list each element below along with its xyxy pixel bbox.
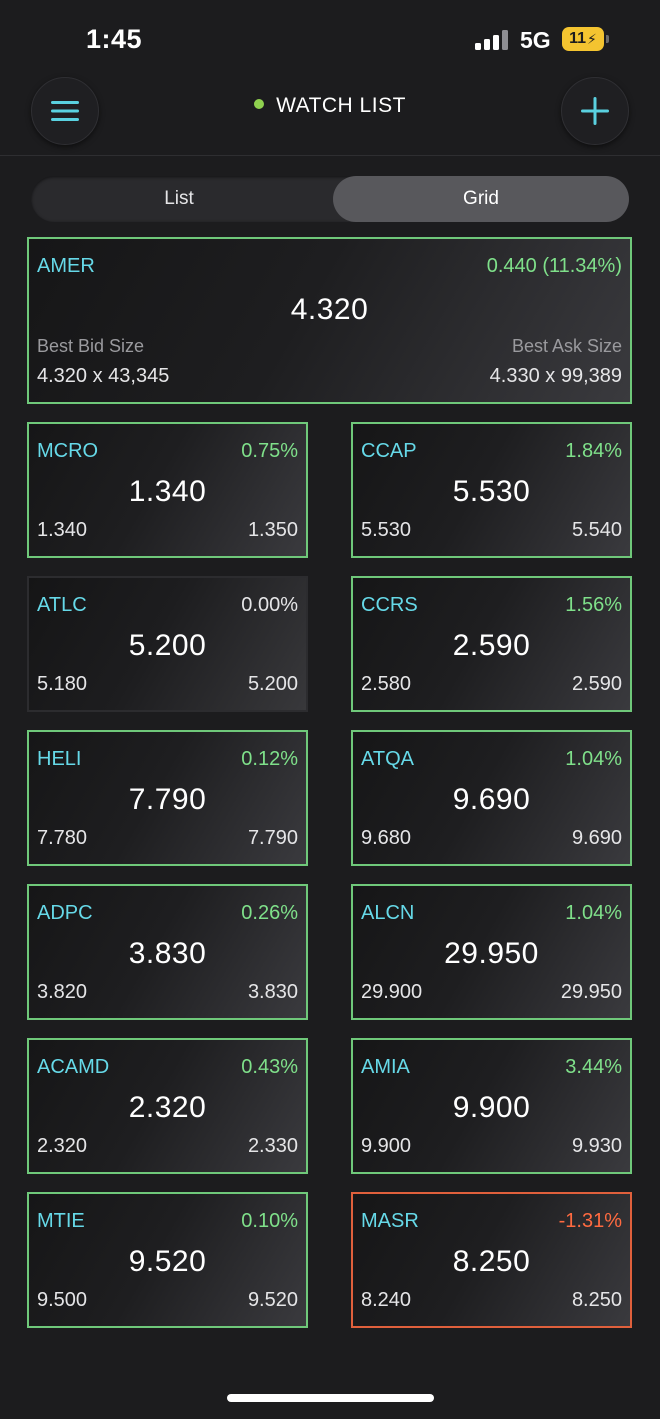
featured-symbol: AMER xyxy=(37,255,95,277)
tile-bid: 9.900 xyxy=(361,1135,412,1157)
tile-bid: 5.180 xyxy=(37,673,88,695)
tile-symbol: CCAP xyxy=(361,440,417,462)
tile-price: 9.520 xyxy=(128,1245,207,1278)
featured-price: 4.320 xyxy=(290,293,369,326)
tile-symbol: ALCN xyxy=(361,902,415,924)
tile-ask: 9.690 xyxy=(571,827,622,849)
quote-tile[interactable]: MCRO 0.75% 1.340 1.340 1.350 xyxy=(27,422,308,558)
quote-tile[interactable]: MTIE 0.10% 9.520 9.500 9.520 xyxy=(27,1192,308,1328)
tile-symbol: MASR xyxy=(361,1210,419,1232)
tile-ask: 5.200 xyxy=(247,673,298,695)
tile-symbol: MCRO xyxy=(37,440,99,462)
page-title: WATCH LIST xyxy=(276,94,406,117)
tile-bid: 2.320 xyxy=(37,1135,88,1157)
tile-price: 8.250 xyxy=(452,1245,531,1278)
view-toggle: List Grid xyxy=(31,176,629,222)
quote-tile[interactable]: CCAP 1.84% 5.530 5.530 5.540 xyxy=(351,422,632,558)
status-bar: 1:45 5G 11 ⚡ xyxy=(0,0,660,80)
tile-bid: 29.900 xyxy=(361,981,423,1003)
tile-price: 9.690 xyxy=(452,783,531,816)
tile-ask: 9.930 xyxy=(571,1135,622,1157)
tile-change: 0.75% xyxy=(241,440,298,462)
tile-ask: 3.830 xyxy=(247,981,298,1003)
header: WATCH LIST xyxy=(0,72,660,156)
tile-price: 2.590 xyxy=(452,629,531,662)
tile-price: 9.900 xyxy=(452,1091,531,1124)
list-view-tab[interactable]: List xyxy=(31,176,327,222)
tile-symbol: HELI xyxy=(37,748,82,770)
tile-bid: 5.530 xyxy=(361,519,412,541)
quote-tile[interactable]: MASR -1.31% 8.250 8.240 8.250 xyxy=(351,1192,632,1328)
tile-price: 2.320 xyxy=(128,1091,207,1124)
tile-ask: 1.350 xyxy=(247,519,298,541)
tile-symbol: ACAMD xyxy=(37,1056,110,1078)
battery-tip xyxy=(606,35,609,43)
tile-change: 1.56% xyxy=(565,594,622,616)
featured-change: 0.440 (11.34%) xyxy=(486,255,622,277)
tile-bid: 9.680 xyxy=(361,827,412,849)
tile-ask: 2.330 xyxy=(247,1135,298,1157)
quote-tile[interactable]: CCRS 1.56% 2.590 2.580 2.590 xyxy=(351,576,632,712)
tile-symbol: CCRS xyxy=(361,594,418,616)
best-ask-size: 4.330 x 99,389 xyxy=(489,365,622,387)
tile-bid: 2.580 xyxy=(361,673,412,695)
tile-price: 3.830 xyxy=(128,937,207,970)
best-bid-size: 4.320 x 43,345 xyxy=(37,365,170,387)
best-bid-size-label: Best Bid Size xyxy=(37,336,145,356)
tile-price: 29.950 xyxy=(444,937,539,970)
tile-bid: 3.820 xyxy=(37,981,88,1003)
tile-change: 1.84% xyxy=(565,440,622,462)
battery-level: 11 xyxy=(569,30,587,47)
tile-price: 7.790 xyxy=(128,783,207,816)
tile-change: 0.10% xyxy=(241,1210,298,1232)
plus-icon xyxy=(581,97,609,125)
tile-change: 3.44% xyxy=(565,1056,622,1078)
add-symbol-button[interactable] xyxy=(561,77,629,145)
tile-bid: 7.780 xyxy=(37,827,88,849)
tile-change: 1.04% xyxy=(565,902,622,924)
featured-quote-card[interactable]: AMER 0.440 (11.34%) 4.320 Best Bid Size … xyxy=(27,237,632,404)
network-type: 5G xyxy=(520,27,551,53)
tile-symbol: MTIE xyxy=(37,1210,85,1232)
tile-ask: 8.250 xyxy=(571,1289,622,1311)
tile-symbol: ATLC xyxy=(37,594,87,616)
quote-tile[interactable]: ATLC 0.00% 5.200 5.180 5.200 xyxy=(27,576,308,712)
live-dot-icon xyxy=(254,99,265,109)
tile-ask: 5.540 xyxy=(571,519,622,541)
quote-tile[interactable]: ACAMD 0.43% 2.320 2.320 2.330 xyxy=(27,1038,308,1174)
tile-change: 1.04% xyxy=(565,748,622,770)
tile-symbol: ADPC xyxy=(37,902,93,924)
best-ask-size-label: Best Ask Size xyxy=(511,336,622,356)
tile-bid: 1.340 xyxy=(37,519,88,541)
quote-tile[interactable]: HELI 0.12% 7.790 7.780 7.790 xyxy=(27,730,308,866)
tile-change: 0.00% xyxy=(241,594,298,616)
tile-price: 5.200 xyxy=(128,629,207,662)
tile-change: 0.26% xyxy=(241,902,298,924)
tile-ask: 7.790 xyxy=(247,827,298,849)
quote-tile[interactable]: ATQA 1.04% 9.690 9.680 9.690 xyxy=(351,730,632,866)
quote-tile[interactable]: ALCN 1.04% 29.950 29.900 29.950 xyxy=(351,884,632,1020)
tile-price: 5.530 xyxy=(452,475,531,508)
home-indicator[interactable] xyxy=(227,1394,434,1402)
tile-change: 0.43% xyxy=(241,1056,298,1078)
tile-ask: 29.950 xyxy=(560,981,622,1003)
status-time: 1:45 xyxy=(86,24,143,54)
tile-symbol: ATQA xyxy=(361,748,414,770)
tile-change: 0.12% xyxy=(241,748,298,770)
tile-ask: 9.520 xyxy=(247,1289,298,1311)
cellular-signal-icon xyxy=(475,30,511,50)
tile-bid: 9.500 xyxy=(37,1289,88,1311)
tile-change: -1.31% xyxy=(558,1210,622,1232)
tile-symbol: AMIA xyxy=(361,1056,410,1078)
battery-icon: 11 ⚡ xyxy=(562,27,604,51)
tile-ask: 2.590 xyxy=(571,673,622,695)
grid-view-tab[interactable]: Grid xyxy=(333,176,629,222)
tile-bid: 8.240 xyxy=(361,1289,412,1311)
tile-price: 1.340 xyxy=(128,475,207,508)
quote-tile[interactable]: AMIA 3.44% 9.900 9.900 9.930 xyxy=(351,1038,632,1174)
quote-tile[interactable]: ADPC 0.26% 3.830 3.820 3.830 xyxy=(27,884,308,1020)
